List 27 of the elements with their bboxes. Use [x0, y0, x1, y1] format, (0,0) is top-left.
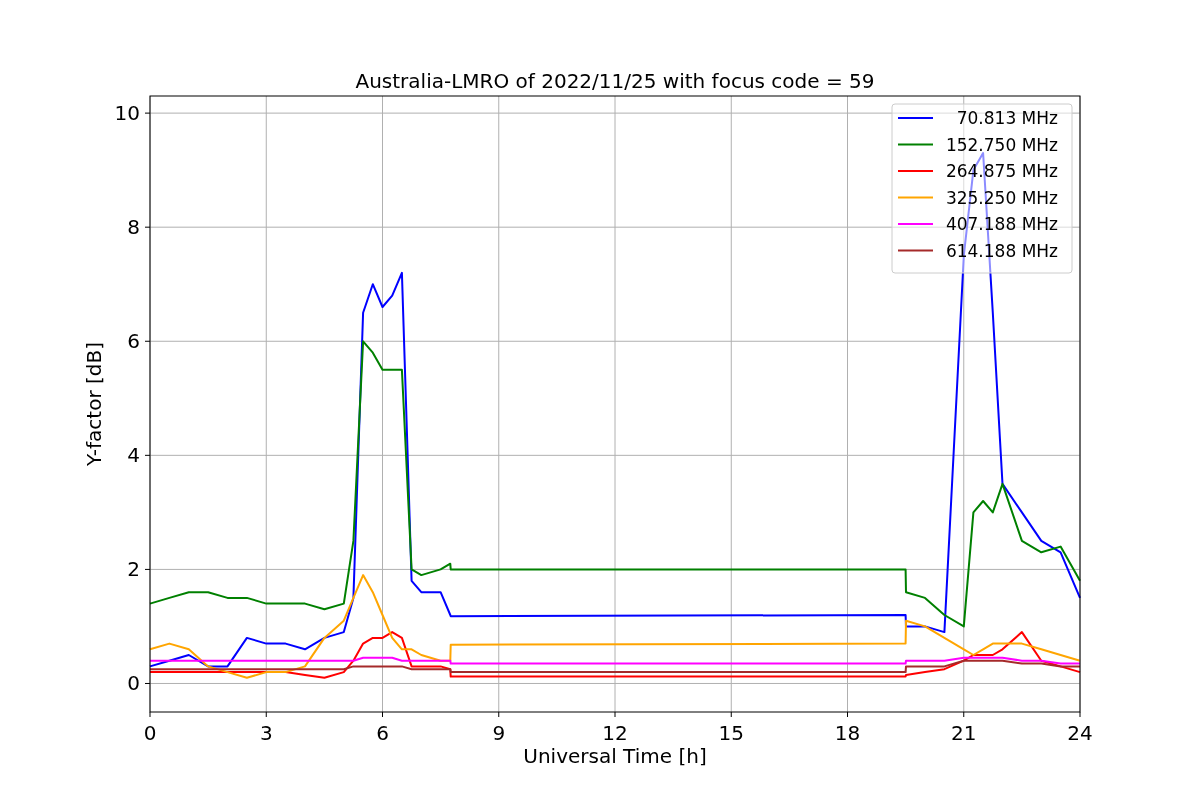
- y-tick-label: 4: [127, 443, 140, 468]
- x-tick-label: 0: [143, 721, 157, 745]
- legend-swatch: [897, 249, 934, 252]
- y-tick-label: 6: [127, 329, 140, 354]
- x-tick-label: 9: [492, 721, 506, 745]
- y-tick-label: 0: [127, 671, 140, 696]
- y-tick-label: 2: [127, 557, 140, 582]
- legend-swatch: [897, 196, 934, 199]
- x-tick-label: 21: [951, 721, 977, 745]
- legend-label: 614.188 MHz: [945, 240, 1058, 261]
- legend-swatch: [897, 143, 934, 146]
- y-axis-label: Y-factor [dB]: [82, 342, 106, 466]
- legend-label: 264.875 MHz: [945, 161, 1058, 181]
- chart-title: Australia-LMRO of 2022/11/25 with focus code = 59: [355, 69, 875, 93]
- x-tick-label: 24: [1067, 721, 1093, 745]
- x-tick-label: 3: [259, 721, 273, 745]
- legend-label: 70.813 MHz: [956, 108, 1058, 128]
- legend-label: 152.750 MHz: [945, 134, 1058, 155]
- x-tick-label: 15: [718, 721, 744, 745]
- y-tick-label: 10: [114, 101, 140, 126]
- legend-label: 407.188 MHz: [945, 214, 1058, 234]
- x-axis-label: Universal Time [h]: [523, 744, 707, 768]
- x-tick-label: 6: [376, 721, 389, 745]
- legend-label: 325.250 MHz: [945, 187, 1058, 208]
- x-tick-label: 12: [602, 721, 628, 745]
- x-tick-label: 18: [834, 721, 861, 745]
- y-tick-label: 8: [127, 215, 140, 240]
